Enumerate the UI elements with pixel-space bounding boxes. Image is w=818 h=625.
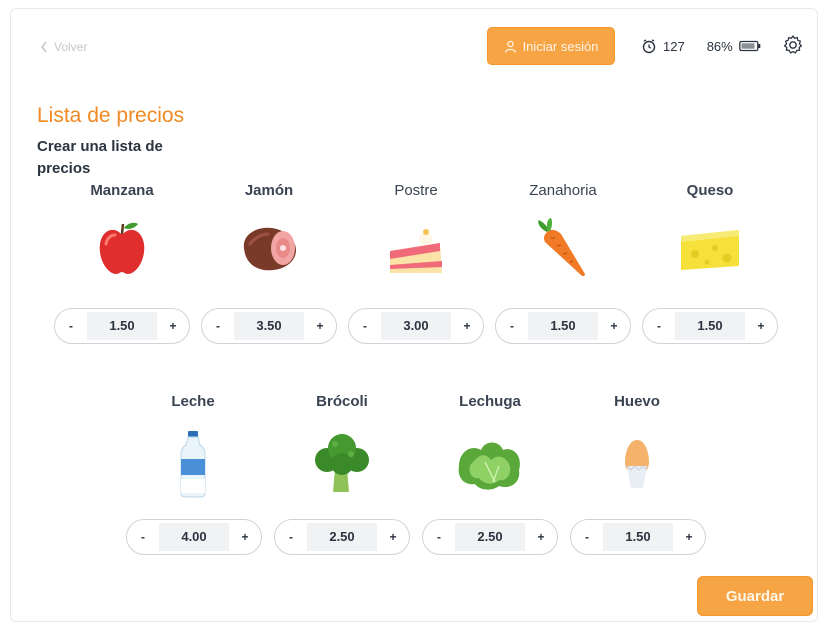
- back-button[interactable]: Volver: [40, 38, 87, 56]
- page-title: Lista de precios: [37, 104, 185, 127]
- product-name: Lechuga: [459, 393, 521, 410]
- product-name: Manzana: [90, 182, 154, 199]
- price-value[interactable]: 1.50: [675, 312, 745, 340]
- product-card-manzana: Manzana: [52, 180, 192, 280]
- apple-icon: [82, 218, 162, 280]
- product-card-jamon: Jamón: [199, 180, 339, 280]
- price-stepper-lechuga: - 2.50 +: [422, 519, 558, 555]
- decrement-button[interactable]: -: [423, 530, 455, 544]
- increment-button[interactable]: +: [673, 530, 705, 544]
- product-card-huevo: Huevo: [567, 391, 707, 499]
- price-value[interactable]: 4.00: [159, 523, 229, 551]
- login-label: Iniciar sesión: [522, 38, 599, 54]
- increment-button[interactable]: +: [451, 319, 483, 333]
- decrement-button[interactable]: -: [202, 319, 234, 333]
- decrement-button[interactable]: -: [643, 319, 675, 333]
- decrement-button[interactable]: -: [55, 319, 87, 333]
- increment-button[interactable]: +: [377, 530, 409, 544]
- product-name: Postre: [394, 182, 438, 199]
- price-stepper-queso: - 1.50 +: [642, 308, 778, 344]
- back-label: Volver: [54, 40, 88, 54]
- status-area: 127 86%: [641, 36, 761, 56]
- user-icon: [504, 40, 516, 53]
- product-name: Queso: [686, 182, 734, 199]
- price-value[interactable]: 1.50: [87, 312, 157, 340]
- cheese-icon: [670, 218, 750, 280]
- price-value[interactable]: 3.00: [381, 312, 451, 340]
- product-card-zanahoria: Zanahoria: [493, 180, 633, 280]
- product-card-postre: Postre: [346, 180, 486, 280]
- login-button[interactable]: Iniciar sesión: [487, 27, 615, 65]
- battery-percent: 86%: [706, 38, 733, 54]
- product-card-lechuga: Lechuga: [420, 391, 560, 499]
- decrement-button[interactable]: -: [127, 530, 159, 544]
- price-stepper-huevo: - 1.50 +: [570, 519, 706, 555]
- increment-button[interactable]: +: [745, 319, 777, 333]
- battery-icon: [738, 40, 761, 52]
- lettuce-icon: [450, 429, 530, 499]
- cake-icon: [376, 218, 456, 280]
- page-subtitle: Crear una lista de precios: [37, 138, 163, 177]
- product-name: Leche: [171, 393, 215, 410]
- product-name: Jamón: [244, 182, 294, 199]
- broccoli-icon: [302, 429, 382, 499]
- price-value[interactable]: 1.50: [528, 312, 598, 340]
- product-name: Huevo: [614, 393, 660, 410]
- increment-button[interactable]: +: [525, 530, 557, 544]
- increment-button[interactable]: +: [598, 319, 630, 333]
- price-stepper-manzana: - 1.50 +: [54, 308, 190, 344]
- decrement-button[interactable]: -: [496, 319, 528, 333]
- milk-icon: [153, 429, 233, 499]
- carrot-icon: [523, 218, 603, 280]
- decrement-button[interactable]: -: [275, 530, 307, 544]
- price-value[interactable]: 2.50: [307, 523, 377, 551]
- product-card-queso: Queso: [640, 180, 780, 280]
- price-value[interactable]: 1.50: [603, 523, 673, 551]
- decrement-button[interactable]: -: [571, 530, 603, 544]
- price-value[interactable]: 2.50: [455, 523, 525, 551]
- price-value[interactable]: 3.50: [234, 312, 304, 340]
- settings-gear-icon[interactable]: [782, 34, 804, 56]
- product-card-brocoli: Brócoli: [272, 391, 412, 499]
- chevron-left-icon: [40, 41, 47, 53]
- decrement-button[interactable]: -: [349, 319, 381, 333]
- price-stepper-leche: - 4.00 +: [126, 519, 262, 555]
- save-button[interactable]: Guardar: [697, 576, 813, 616]
- alarm-clock-icon: [642, 39, 656, 54]
- product-name: Zanahoria: [529, 182, 597, 199]
- counter-value: 127: [663, 38, 685, 54]
- increment-button[interactable]: +: [229, 530, 261, 544]
- price-stepper-zanahoria: - 1.50 +: [495, 308, 631, 344]
- increment-button[interactable]: +: [157, 319, 189, 333]
- product-card-leche: Leche: [123, 391, 263, 499]
- price-stepper-brocoli: - 2.50 +: [274, 519, 410, 555]
- egg-icon: [597, 429, 677, 499]
- price-stepper-postre: - 3.00 +: [348, 308, 484, 344]
- increment-button[interactable]: +: [304, 319, 336, 333]
- price-stepper-jamon: - 3.50 +: [201, 308, 337, 344]
- product-name: Brócoli: [316, 393, 368, 410]
- ham-icon: [229, 218, 309, 280]
